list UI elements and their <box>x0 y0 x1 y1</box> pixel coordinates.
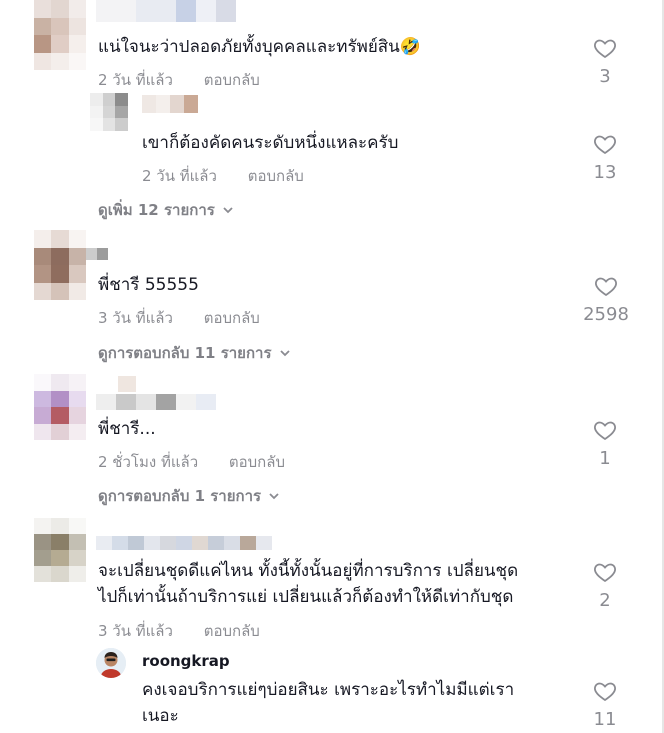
like-count: 11 <box>593 709 617 730</box>
like-button[interactable]: 13 <box>580 132 630 183</box>
like-count: 1 <box>599 448 611 469</box>
comment-time: 3 วัน ที่แล้ว <box>98 622 173 640</box>
avatar[interactable] <box>34 230 86 300</box>
comment-meta: 2 วัน ที่แล้ว ตอบกลับ <box>98 68 260 92</box>
avatar[interactable] <box>34 374 86 440</box>
heart-outline-icon <box>595 277 617 297</box>
like-button[interactable]: 2598 <box>580 274 632 325</box>
heart-outline-icon <box>594 421 616 441</box>
like-button[interactable]: 3 <box>580 36 630 87</box>
reply-button[interactable]: ตอบกลับ <box>204 309 260 327</box>
person-photo-icon <box>96 648 126 678</box>
reply-username[interactable]: roongkrap <box>142 652 230 670</box>
heart-outline-icon <box>594 39 616 59</box>
avatar[interactable] <box>34 0 86 70</box>
reply-meta: 2 วัน ที่แล้ว ตอบกลับ <box>142 164 304 188</box>
heart-outline-icon <box>594 135 616 155</box>
comment-text: พี่ชารี 55555 <box>98 275 199 295</box>
like-button[interactable]: 2 <box>580 560 630 611</box>
reply-text: เขาก็ต้องคัดคนระดับหนึ่งแหละครับ <box>142 133 399 153</box>
reply-avatar[interactable] <box>90 93 128 131</box>
comment-text: แน่ใจนะว่าปลอดภัยทั้งบุคคลและทรัพย์สิน🤣 <box>98 37 421 57</box>
reply-username-pixelated[interactable] <box>142 95 198 113</box>
comment-text-line-2: ไปก็เท่านั้นถ้าบริการแย่ เปลี่ยนแล้วก็ต้… <box>98 587 514 607</box>
comment-time: 2 ชั่วโมง ที่แล้ว <box>98 453 199 471</box>
comment-text-line-1: จะเปลี่ยนชุดดีแค่ไหน ทั้งนี้ทั้งนั้นอยู่… <box>98 561 519 581</box>
like-button[interactable]: 1 <box>580 418 630 469</box>
reply-avatar[interactable] <box>96 648 126 678</box>
reply-button[interactable]: ตอบกลับ <box>204 71 260 89</box>
avatar[interactable] <box>34 518 86 582</box>
view-more-label: ดูเพิ่ม 12 รายการ <box>98 201 215 219</box>
view-replies-button[interactable]: ดูการตอบกลับ 11 รายการ <box>98 341 292 365</box>
view-replies-label: ดูการตอบกลับ 1 รายการ <box>98 487 262 505</box>
reply-button[interactable]: ตอบกลับ <box>229 453 285 471</box>
like-count: 3 <box>599 66 611 87</box>
view-more-replies-button[interactable]: ดูเพิ่ม 12 รายการ <box>98 198 235 222</box>
heart-outline-icon <box>594 563 616 583</box>
like-count: 13 <box>593 162 617 183</box>
like-button[interactable]: 11 <box>580 679 630 730</box>
heart-outline-icon <box>594 682 616 702</box>
reply-time: 2 วัน ที่แล้ว <box>142 167 217 185</box>
comment-time: 2 วัน ที่แล้ว <box>98 71 173 89</box>
comment-time: 3 วัน ที่แล้ว <box>98 309 173 327</box>
reply-button[interactable]: ตอบกลับ <box>204 622 260 640</box>
view-replies-label: ดูการตอบกลับ 11 รายการ <box>98 344 272 362</box>
comment-meta: 3 วัน ที่แล้ว ตอบกลับ <box>98 619 260 643</box>
comment-text: พี่ชารี... <box>98 419 156 439</box>
chevron-down-icon <box>269 493 279 500</box>
comment-meta: 2 ชั่วโมง ที่แล้ว ตอบกลับ <box>98 450 285 474</box>
chevron-down-icon <box>223 207 233 214</box>
reply-text-line-2: เนอะ <box>142 706 179 726</box>
username-pixelated[interactable] <box>86 248 108 260</box>
chevron-down-icon <box>279 350 290 357</box>
like-count: 2 <box>599 590 611 611</box>
view-replies-button[interactable]: ดูการตอบกลับ 1 รายการ <box>98 484 281 508</box>
username-pixelated[interactable] <box>96 376 226 410</box>
username-pixelated[interactable] <box>96 536 272 550</box>
username-pixelated[interactable] <box>96 0 256 22</box>
reply-button[interactable]: ตอบกลับ <box>248 167 304 185</box>
comment-meta: 3 วัน ที่แล้ว ตอบกลับ <box>98 306 260 330</box>
like-count: 2598 <box>583 304 629 325</box>
reply-text-line-1: คงเจอบริการแย่ๆบ่อยสินะ เพราะอะไรทำไมมีแ… <box>142 680 515 700</box>
